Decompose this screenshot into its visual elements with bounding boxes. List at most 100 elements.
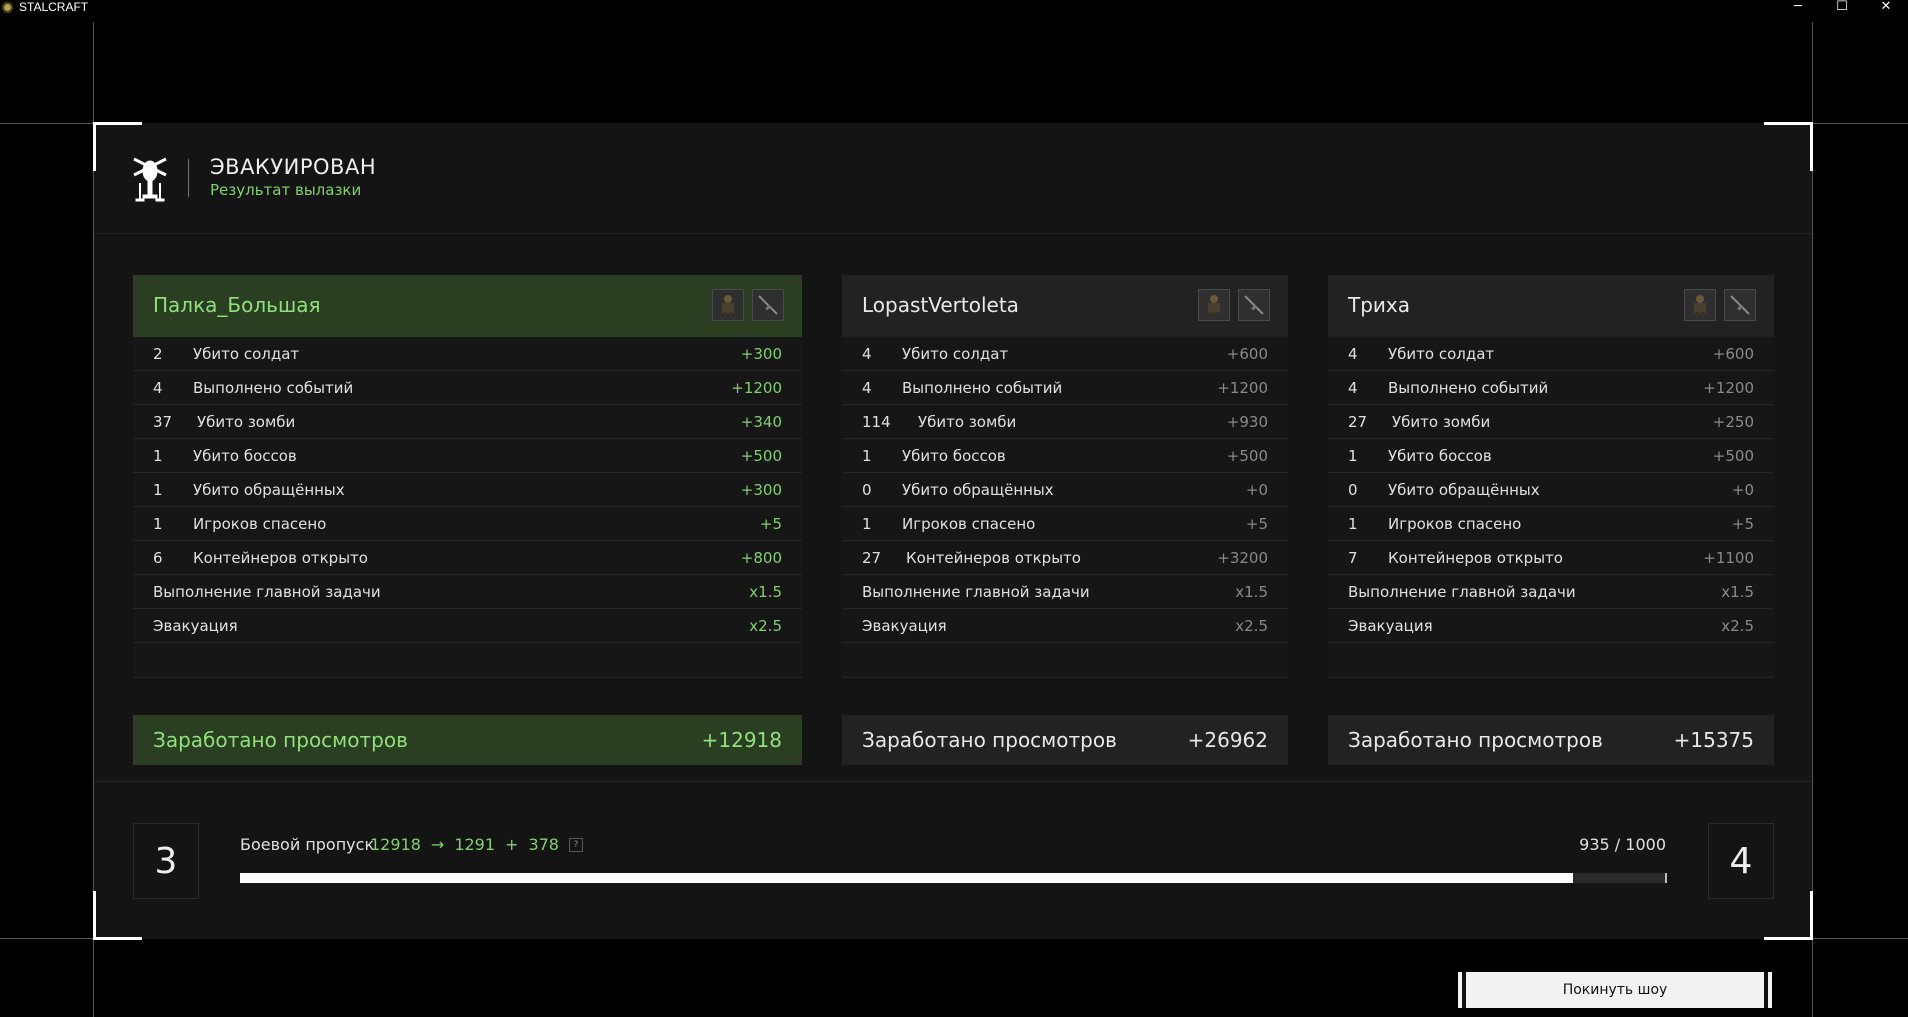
progress-bar-end	[1665, 873, 1667, 883]
stat-row: 1 Игроков спасено +5	[842, 507, 1288, 541]
stat-points: +1200	[731, 378, 782, 397]
app-logo-icon	[2, 1, 13, 13]
total-label: Заработано просмотров	[1348, 728, 1603, 752]
multiplier-row: Эвакуация x2.5	[133, 609, 802, 643]
stat-row: 1 Убито боссов +500	[133, 439, 802, 473]
player-card: LopastVertoleta 4 Убито солдат +600 4 Выполне…	[842, 275, 1288, 765]
earned-views-total: Заработано просмотров +12918	[133, 715, 802, 765]
stat-count: 2	[153, 344, 163, 363]
stat-count: 4	[1348, 378, 1358, 397]
maximize-button[interactable]: ☐	[1820, 0, 1864, 14]
stat-count: 7	[1348, 548, 1358, 567]
stat-label: Убито боссов	[902, 446, 1006, 465]
player-name: Триха	[1348, 293, 1411, 317]
earned-views-total: Заработано просмотров +15375	[1328, 715, 1774, 765]
stat-points: +5	[759, 514, 782, 533]
stat-row: 0 Убито обращённых +0	[1328, 473, 1774, 507]
multiplier-value: x1.5	[749, 582, 782, 601]
weapon-slot[interactable]	[752, 289, 784, 321]
stat-points: +0	[1731, 480, 1754, 499]
player-name: Палка_Большая	[153, 293, 321, 317]
stat-points: +5	[1731, 514, 1754, 533]
stat-label: Убито солдат	[1388, 344, 1495, 363]
page-subtitle: Результат вылазки	[210, 181, 362, 199]
stat-label: Выполнено событий	[193, 378, 354, 397]
battle-pass-calculation: 12918 → 1291 + 378 ?	[370, 835, 583, 854]
stat-points: +1100	[1703, 548, 1754, 567]
stat-count: 4	[862, 378, 872, 397]
stat-row: 4 Выполнено событий +1200	[1328, 371, 1774, 405]
stat-row: 27 Контейнеров открыто +3200	[842, 541, 1288, 575]
total-label: Заработано просмотров	[153, 728, 408, 752]
header-divider	[188, 159, 189, 197]
stat-points: +300	[740, 344, 782, 363]
stat-row: 27 Убито зомби +250	[1328, 405, 1774, 439]
stat-row: 7 Контейнеров открыто +1100	[1328, 541, 1774, 575]
window-titlebar: STALCRAFT ─ ☐ ✕	[0, 0, 1908, 14]
bp-plus: +	[505, 835, 519, 854]
stat-count: 27	[862, 548, 882, 567]
spacer-row	[1328, 643, 1774, 678]
stat-label: Игроков спасено	[902, 514, 1036, 533]
total-value: +15375	[1673, 728, 1754, 752]
stat-row: 4 Выполнено событий +1200	[842, 371, 1288, 405]
stat-points: +1200	[1703, 378, 1754, 397]
stat-points: +0	[1245, 480, 1268, 499]
weapon-slot[interactable]	[1238, 289, 1270, 321]
multiplier-label: Выполнение главной задачи	[1348, 582, 1576, 601]
stat-label: Убито обращённых	[193, 480, 345, 499]
stat-row: 1 Убито боссов +500	[1328, 439, 1774, 473]
stat-row: 4 Убито солдат +600	[1328, 337, 1774, 371]
stat-points: +5	[1245, 514, 1268, 533]
close-button[interactable]: ✕	[1864, 0, 1908, 14]
bp-converted: 1291	[454, 835, 496, 854]
player-card-header: LopastVertoleta	[842, 275, 1288, 337]
weapon-slot[interactable]	[1724, 289, 1756, 321]
stat-count: 4	[153, 378, 163, 397]
total-label: Заработано просмотров	[862, 728, 1117, 752]
player-name: LopastVertoleta	[862, 293, 1019, 317]
multiplier-row: Эвакуация x2.5	[1328, 609, 1774, 643]
stat-points: +500	[1712, 446, 1754, 465]
stat-points: +3200	[1217, 548, 1268, 567]
results-header: ЭВАКУИРОВАН Результат вылазки	[94, 123, 1812, 234]
stat-label: Игроков спасено	[193, 514, 327, 533]
stat-row: 1 Убито обращённых +300	[133, 473, 802, 507]
bp-earned: 12918	[370, 835, 421, 854]
help-icon[interactable]: ?	[568, 837, 583, 852]
armor-slot[interactable]	[712, 289, 744, 321]
stat-count: 114	[862, 412, 891, 431]
stat-points: +340	[740, 412, 782, 431]
stat-count: 4	[862, 344, 872, 363]
minimize-button[interactable]: ─	[1776, 0, 1820, 14]
stat-points: +250	[1712, 412, 1754, 431]
stat-count: 1	[862, 446, 872, 465]
stat-count: 1	[153, 514, 163, 533]
multiplier-row: Выполнение главной задачи x1.5	[133, 575, 802, 609]
stats-list: 4 Убито солдат +600 4 Выполнено событий +1200…	[1328, 337, 1774, 678]
battle-pass-progress-text: 935 / 1000	[1579, 835, 1666, 854]
multiplier-label: Эвакуация	[153, 616, 238, 635]
stat-label: Убито обращённых	[902, 480, 1054, 499]
stats-list: 2 Убито солдат +300 4 Выполнено событий +1200…	[133, 337, 802, 678]
stat-points: +600	[1226, 344, 1268, 363]
leave-show-button[interactable]: Покинуть шоу	[1458, 972, 1772, 1008]
stat-points: +300	[740, 480, 782, 499]
multiplier-label: Выполнение главной задачи	[862, 582, 1090, 601]
stat-label: Выполнено событий	[902, 378, 1063, 397]
stat-points: +800	[740, 548, 782, 567]
helicopter-icon	[133, 157, 167, 202]
multiplier-label: Эвакуация	[862, 616, 947, 635]
stat-points: +930	[1226, 412, 1268, 431]
stat-label: Убито зомби	[918, 412, 1017, 431]
stat-label: Убито боссов	[193, 446, 297, 465]
results-panel: ЭВАКУИРОВАН Результат вылазки Палка_Боль…	[93, 122, 1813, 940]
armor-slot[interactable]	[1684, 289, 1716, 321]
armor-slot[interactable]	[1198, 289, 1230, 321]
bp-bonus: 378	[528, 835, 559, 854]
stat-row: 37 Убито зомби +340	[133, 405, 802, 439]
progress-bar-fill	[240, 873, 1574, 883]
stat-row: 4 Выполнено событий +1200	[133, 371, 802, 405]
stat-label: Контейнеров открыто	[1388, 548, 1563, 567]
stat-label: Убито боссов	[1388, 446, 1492, 465]
